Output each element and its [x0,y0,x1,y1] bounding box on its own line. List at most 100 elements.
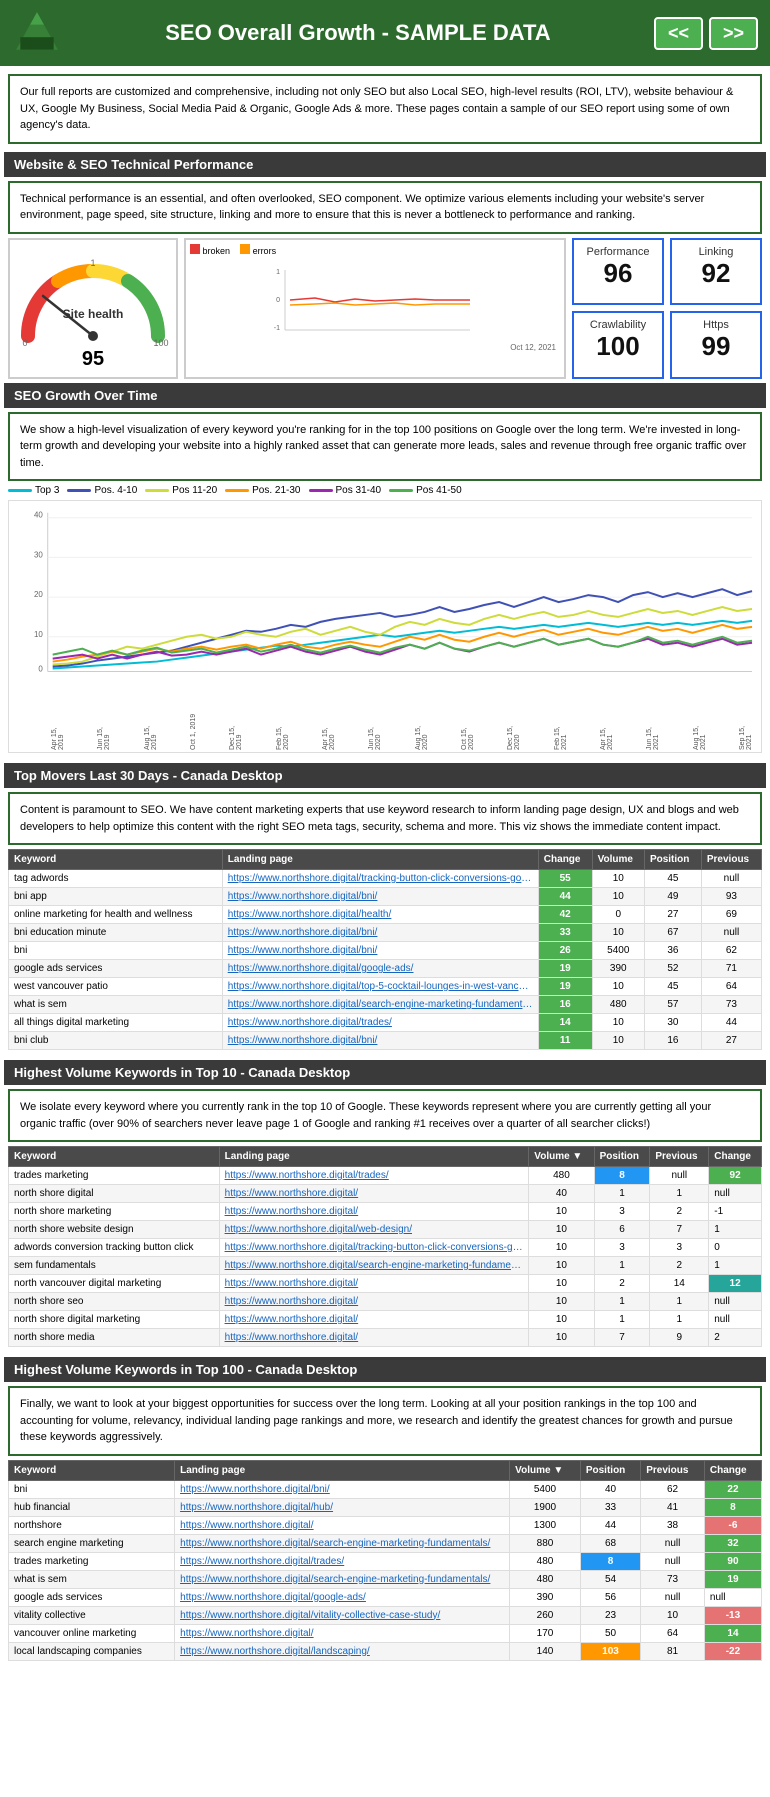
volume-cell: 480 [529,1167,594,1185]
url-cell[interactable]: https://www.northshore.digital/ [175,1624,510,1642]
keyword-cell: trades marketing [9,1552,175,1570]
col-landing: Landing page [222,850,538,870]
url-cell[interactable]: https://www.northshore.digital/google-ad… [222,960,538,978]
table-row: vancouver online marketing https://www.n… [9,1624,762,1642]
next-button[interactable]: >> [709,17,758,50]
previous-cell: 64 [641,1624,705,1642]
volume-cell: 390 [510,1588,581,1606]
keyword-cell: north shore marketing [9,1203,220,1221]
kpi-grid: Performance 96 Linking 92 Crawlability 1… [572,238,762,379]
table-row: north shore marketing https://www.norths… [9,1203,762,1221]
url-cell[interactable]: https://www.northshore.digital/bni/ [175,1480,510,1498]
url-cell[interactable]: https://www.northshore.digital/tracking-… [222,870,538,888]
url-cell[interactable]: https://www.northshore.digital/trades/ [175,1552,510,1570]
keyword-cell: what is sem [9,1570,175,1588]
change-cell: 16 [538,996,592,1014]
url-cell[interactable]: https://www.northshore.digital/tracking-… [219,1239,529,1257]
previous-cell: 38 [641,1516,705,1534]
keyword-cell: bni club [9,1032,223,1050]
table-row: what is sem https://www.northshore.digit… [9,996,762,1014]
url-cell[interactable]: https://www.northshore.digital/google-ad… [175,1588,510,1606]
position-cell: 7 [594,1329,650,1347]
previous-cell: null [641,1534,705,1552]
keyword-cell: google ads services [9,1588,175,1606]
top10-table-container: Keyword Landing page Volume ▼ Position P… [8,1146,762,1347]
top-movers-table: Keyword Landing page Change Volume Posit… [8,849,762,1050]
table-row: hub financial https://www.northshore.dig… [9,1498,762,1516]
url-cell[interactable]: https://www.northshore.digital/search-en… [175,1570,510,1588]
legend-pos41-50: Pos 41-50 [389,485,462,496]
col-keyword: Keyword [9,850,223,870]
position-cell: 54 [580,1570,640,1588]
change-cell: 90 [704,1552,761,1570]
url-cell[interactable]: https://www.northshore.digital/ [219,1293,529,1311]
url-cell[interactable]: https://www.northshore.digital/web-desig… [219,1221,529,1239]
url-cell[interactable]: https://www.northshore.digital/hub/ [175,1498,510,1516]
position-cell: 8 [580,1552,640,1570]
keyword-cell: google ads services [9,960,223,978]
svg-text:-1: -1 [274,325,280,332]
position-cell: 1 [594,1311,650,1329]
previous-cell: 3 [650,1239,709,1257]
previous-cell: 7 [650,1221,709,1239]
keyword-cell: bni [9,942,223,960]
change-cell: 32 [704,1534,761,1552]
url-cell[interactable]: https://www.northshore.digital/bni/ [222,942,538,960]
url-cell[interactable]: https://www.northshore.digital/ [219,1329,529,1347]
top100-table: Keyword Landing page Volume ▼ Position P… [8,1460,762,1661]
position-cell: 103 [580,1642,640,1660]
url-cell[interactable]: https://www.northshore.digital/bni/ [222,924,538,942]
url-cell[interactable]: https://www.northshore.digital/search-en… [219,1257,529,1275]
change-cell: 1 [709,1257,762,1275]
keyword-cell: vitality collective [9,1606,175,1624]
url-cell[interactable]: https://www.northshore.digital/bni/ [222,888,538,906]
url-cell[interactable]: https://www.northshore.digital/landscapi… [175,1642,510,1660]
url-cell[interactable]: https://www.northshore.digital/ [219,1203,529,1221]
page-header: SEO Overall Growth - SAMPLE DATA << >> [0,0,770,66]
previous-cell: 62 [641,1480,705,1498]
table-row: bni club https://www.northshore.digital/… [9,1032,762,1050]
volume-cell: 10 [529,1275,594,1293]
table-row: adwords conversion tracking button click… [9,1239,762,1257]
previous-cell: 44 [701,1014,761,1032]
section4-header: Highest Volume Keywords in Top 10 - Cana… [4,1060,766,1085]
prev-button[interactable]: << [654,17,703,50]
svg-text:0: 0 [22,338,27,346]
url-cell[interactable]: https://www.northshore.digital/ [219,1185,529,1203]
previous-cell: 10 [641,1606,705,1624]
table-row: google ads services https://www.northsho… [9,960,762,978]
url-cell[interactable]: https://www.northshore.digital/bni/ [222,1032,538,1050]
keyword-cell: adwords conversion tracking button click [9,1239,220,1257]
url-cell[interactable]: https://www.northshore.digital/search-en… [222,996,538,1014]
url-cell[interactable]: https://www.northshore.digital/ [219,1275,529,1293]
table-row: local landscaping companies https://www.… [9,1642,762,1660]
previous-cell: 14 [650,1275,709,1293]
url-cell[interactable]: https://www.northshore.digital/ [219,1311,529,1329]
url-cell[interactable]: https://www.northshore.digital/ [175,1516,510,1534]
section1-header: Website & SEO Technical Performance [4,152,766,177]
col-volume: Volume [592,850,644,870]
url-cell[interactable]: https://www.northshore.digital/vitality-… [175,1606,510,1624]
volume-cell: 5400 [510,1480,581,1498]
svg-text:30: 30 [34,550,43,559]
col-volume: Volume ▼ [510,1460,581,1480]
change-cell: -13 [704,1606,761,1624]
url-cell[interactable]: https://www.northshore.digital/trades/ [219,1167,529,1185]
growth-chart: 40 30 20 10 0 [13,507,757,707]
url-cell[interactable]: https://www.northshore.digital/health/ [222,906,538,924]
change-cell: 8 [704,1498,761,1516]
keyword-cell: tag adwords [9,870,223,888]
position-cell: 68 [580,1534,640,1552]
url-cell[interactable]: https://www.northshore.digital/trades/ [222,1014,538,1032]
col-change: Change [538,850,592,870]
svg-text:1: 1 [90,258,95,268]
volume-cell: 10 [529,1203,594,1221]
url-cell[interactable]: https://www.northshore.digital/search-en… [175,1534,510,1552]
col-landing: Landing page [175,1460,510,1480]
section5-desc: Finally, we want to look at your biggest… [8,1386,762,1456]
change-cell: -1 [709,1203,762,1221]
metrics-row: Site health 0 100 1 95 broken errors 1 0… [8,238,762,379]
keyword-cell: all things digital marketing [9,1014,223,1032]
position-cell: 40 [580,1480,640,1498]
url-cell[interactable]: https://www.northshore.digital/top-5-coc… [222,978,538,996]
